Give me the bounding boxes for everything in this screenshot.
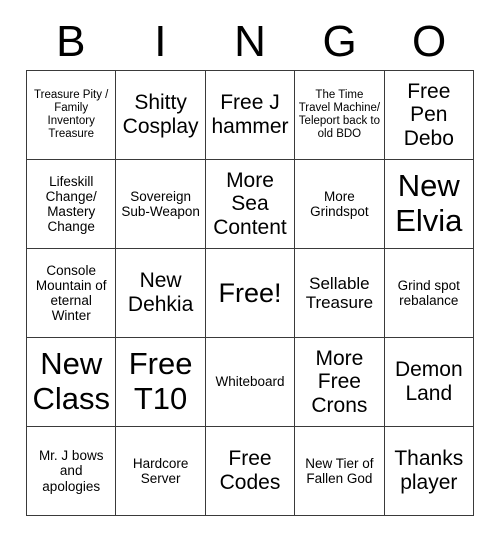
bingo-header: B I N G O: [26, 14, 474, 70]
bingo-cell-label: Treasure Pity / Family Inventory Treasur…: [34, 89, 109, 140]
bingo-cell-label: Mr. J bows and apologies: [38, 448, 104, 494]
bingo-cell[interactable]: New Dehkia: [116, 249, 206, 338]
bingo-cell-label: New Tier of Fallen God: [305, 455, 374, 486]
bingo-cell[interactable]: The Time Travel Machine/ Teleport back t…: [295, 71, 385, 160]
bingo-cell-label: Thanks player: [394, 447, 464, 494]
bingo-cell[interactable]: More Sea Content: [205, 160, 296, 249]
bingo-cell[interactable]: Demon Land: [384, 338, 474, 427]
header-letter-b: B: [56, 17, 86, 66]
bingo-cell[interactable]: Grind spot rebalance: [384, 249, 474, 338]
bingo-cell[interactable]: Free Codes: [205, 427, 296, 516]
bingo-cell[interactable]: Whiteboard: [205, 338, 296, 427]
bingo-cell[interactable]: New Class: [27, 338, 117, 427]
bingo-cell[interactable]: Lifeskill Change/ Mastery Change: [27, 160, 117, 249]
bingo-cell[interactable]: Free!: [205, 249, 296, 338]
bingo-cell[interactable]: Free T10: [116, 338, 206, 427]
bingo-cell-label: New Class: [32, 346, 110, 416]
bingo-cell[interactable]: Treasure Pity / Family Inventory Treasur…: [27, 71, 117, 160]
bingo-cell-label: Free!: [218, 277, 282, 308]
bingo-cell-label: New Dehkia: [127, 269, 194, 316]
bingo-cell[interactable]: More Grindspot: [295, 160, 385, 249]
header-letter-o: O: [412, 17, 447, 66]
bingo-cell-label: More Grindspot: [310, 188, 369, 219]
bingo-cell-label: Whiteboard: [215, 374, 285, 390]
bingo-cell-label: Grind spot rebalance: [397, 277, 460, 308]
bingo-cell-label: Demon Land: [394, 358, 463, 405]
bingo-cell-label: Shitty Cosplay: [122, 91, 199, 138]
bingo-cell-label: Sovereign Sub-Weapon: [121, 188, 200, 219]
bingo-cell[interactable]: New Elvia: [384, 160, 474, 249]
bingo-cell-label: Free J hammer: [211, 91, 289, 138]
bingo-cell-label: More Free Crons: [311, 346, 368, 417]
bingo-cell[interactable]: More Free Crons: [295, 338, 385, 427]
bingo-cell[interactable]: Free J hammer: [205, 71, 296, 160]
bingo-cell-label: Free Pen Debo: [403, 79, 454, 150]
bingo-cell[interactable]: Thanks player: [384, 427, 474, 516]
bingo-cell[interactable]: Sovereign Sub-Weapon: [116, 160, 206, 249]
bingo-cell[interactable]: Console Mountain of eternal Winter: [27, 249, 117, 338]
bingo-cell[interactable]: Hardcore Server: [116, 427, 206, 516]
bingo-cell-label: More Sea Content: [213, 168, 287, 239]
bingo-cell-label: Free Codes: [219, 447, 281, 494]
bingo-cell-label: Free T10: [128, 346, 193, 416]
bingo-cell-label: New Elvia: [395, 168, 463, 238]
bingo-cell[interactable]: Free Pen Debo: [384, 71, 474, 160]
header-letter-g: G: [322, 17, 357, 66]
bingo-cell-label: Console Mountain of eternal Winter: [35, 262, 107, 324]
header-letter-i: I: [154, 17, 167, 66]
bingo-cell[interactable]: Mr. J bows and apologies: [27, 427, 117, 516]
bingo-cell[interactable]: Sellable Treasure: [295, 249, 385, 338]
bingo-cell[interactable]: New Tier of Fallen God: [295, 427, 385, 516]
bingo-grid: Treasure Pity / Family Inventory Treasur…: [26, 70, 474, 516]
bingo-card: B I N G O Treasure Pity / Family Invento…: [0, 0, 500, 544]
bingo-cell-label: Hardcore Server: [132, 455, 189, 486]
bingo-cell[interactable]: Shitty Cosplay: [116, 71, 206, 160]
bingo-cell-label: Sellable Treasure: [305, 273, 374, 312]
bingo-cell-label: The Time Travel Machine/ Teleport back t…: [298, 89, 381, 140]
header-letter-n: N: [234, 17, 266, 66]
bingo-cell-label: Lifeskill Change/ Mastery Change: [45, 173, 97, 235]
